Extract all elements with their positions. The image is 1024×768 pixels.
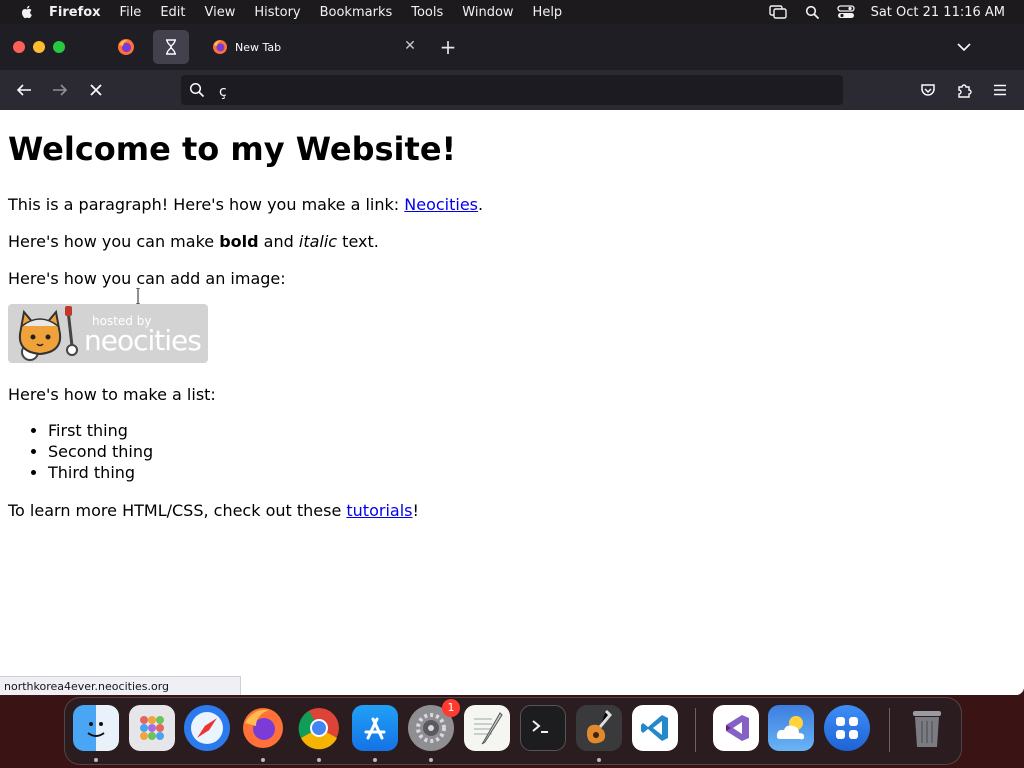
firefox-icon bbox=[118, 39, 134, 55]
forward-arrow-icon[interactable] bbox=[50, 80, 70, 100]
garageband-running-dot bbox=[597, 758, 601, 762]
terminal-icon[interactable] bbox=[520, 705, 566, 751]
firefox-dock-icon[interactable] bbox=[240, 705, 286, 751]
address-bar-input-text[interactable]: ç bbox=[219, 84, 227, 100]
menu-bookmarks[interactable]: Bookmarks bbox=[320, 5, 393, 20]
italic-text: italic bbox=[298, 232, 338, 251]
paragraph-tutorials: To learn more HTML/CSS, check out these … bbox=[8, 501, 419, 520]
bullet-list: First thing Second thing Third thing bbox=[8, 420, 153, 483]
launchpad-icon[interactable] bbox=[129, 705, 175, 751]
menu-edit[interactable]: Edit bbox=[160, 5, 185, 20]
tab-title: New Tab bbox=[235, 40, 282, 54]
neocities-cat-icon bbox=[18, 306, 78, 361]
hosted-by-neocities-image: hosted by neocities bbox=[8, 304, 208, 363]
address-bar[interactable]: ç bbox=[181, 75, 843, 105]
paragraph-image: Here's how you can add an image: bbox=[8, 269, 286, 288]
list-all-tabs-chevron-icon[interactable] bbox=[956, 39, 972, 55]
tab-new-tab[interactable]: New Tab ✕ bbox=[201, 30, 429, 64]
app-launcher-icon[interactable] bbox=[824, 705, 870, 751]
vscode-icon[interactable] bbox=[632, 705, 678, 751]
spotlight-search-icon[interactable] bbox=[801, 4, 823, 20]
trash-icon[interactable] bbox=[904, 705, 950, 751]
menu-tools[interactable]: Tools bbox=[411, 5, 443, 20]
textedit-icon[interactable] bbox=[464, 705, 510, 751]
new-tab-plus-icon[interactable]: + bbox=[438, 37, 458, 57]
paragraph-end: ! bbox=[412, 501, 419, 520]
navigation-toolbar: ç bbox=[0, 70, 1024, 110]
badge-brand-text: neocities bbox=[84, 324, 202, 357]
pinned-firefox-tab[interactable] bbox=[110, 32, 142, 62]
paragraph-end: . bbox=[478, 195, 484, 214]
visual-studio-icon[interactable] bbox=[713, 705, 759, 751]
dock-separator bbox=[695, 708, 696, 752]
list-item: First thing bbox=[48, 420, 153, 441]
paragraph-bold-italic: Here's how you can make bold and italic … bbox=[8, 232, 379, 251]
app-store-icon[interactable] bbox=[352, 705, 398, 751]
weather-icon[interactable] bbox=[768, 705, 814, 751]
link-status-bar: northkorea4ever.neocities.org bbox=[0, 676, 241, 695]
back-arrow-icon[interactable] bbox=[14, 80, 34, 100]
paragraph-list: Here's how to make a list: bbox=[8, 385, 216, 404]
settings-running-dot bbox=[429, 758, 433, 762]
menubar-clock[interactable]: Sat Oct 21 11:16 AM bbox=[871, 5, 1005, 20]
menu-window[interactable]: Window bbox=[462, 5, 513, 20]
extensions-puzzle-icon[interactable] bbox=[954, 80, 974, 100]
menu-file[interactable]: File bbox=[120, 5, 142, 20]
menu-bar: Firefox File Edit View History Bookmarks… bbox=[0, 0, 1024, 24]
list-item: Third thing bbox=[48, 462, 153, 483]
safari-icon[interactable] bbox=[184, 705, 230, 751]
garageband-icon[interactable] bbox=[576, 705, 622, 751]
menu-app-firefox[interactable]: Firefox bbox=[49, 5, 101, 20]
firefox-favicon-icon bbox=[213, 40, 227, 54]
menu-history[interactable]: History bbox=[254, 5, 300, 20]
hourglass-icon bbox=[166, 39, 176, 55]
screen-mirroring-icon[interactable] bbox=[767, 4, 789, 20]
app-store-running-dot bbox=[373, 758, 377, 762]
chrome-running-dot bbox=[317, 758, 321, 762]
close-tab-icon[interactable]: ✕ bbox=[403, 39, 417, 53]
text-cursor-icon bbox=[136, 288, 140, 304]
list-item: Second thing bbox=[48, 441, 153, 462]
firefox-view-tab[interactable] bbox=[153, 30, 189, 64]
firefox-window: New Tab ✕ + ç Welcome to my Website! Thi… bbox=[0, 24, 1024, 695]
tutorials-link[interactable]: tutorials bbox=[346, 501, 412, 520]
pocket-icon[interactable] bbox=[918, 80, 938, 100]
dock: 1 bbox=[64, 697, 962, 765]
menu-view[interactable]: View bbox=[205, 5, 236, 20]
finder-running-dot bbox=[94, 758, 98, 762]
window-minimize-button[interactable] bbox=[33, 41, 45, 53]
apple-logo-icon[interactable] bbox=[19, 4, 35, 20]
page-content: Welcome to my Website! This is a paragra… bbox=[0, 110, 1024, 695]
system-settings-icon[interactable]: 1 bbox=[408, 699, 460, 751]
paragraph-link: This is a paragraph! Here's how you make… bbox=[8, 195, 483, 214]
text-segment: Here's how you can make bbox=[8, 232, 220, 251]
control-center-icon[interactable] bbox=[835, 4, 857, 20]
paragraph-text: This is a paragraph! Here's how you make… bbox=[8, 195, 405, 214]
page-heading: Welcome to my Website! bbox=[8, 130, 457, 168]
notification-badge: 1 bbox=[442, 699, 460, 717]
text-segment: text. bbox=[337, 232, 379, 251]
finder-icon[interactable] bbox=[73, 705, 119, 751]
hamburger-menu-icon[interactable] bbox=[990, 80, 1010, 100]
neocities-link[interactable]: Neocities bbox=[404, 195, 478, 214]
firefox-running-dot bbox=[261, 758, 265, 762]
text-segment: and bbox=[258, 232, 299, 251]
chrome-icon[interactable] bbox=[296, 705, 342, 751]
search-icon bbox=[189, 82, 205, 98]
menu-help[interactable]: Help bbox=[533, 5, 563, 20]
tab-strip: New Tab ✕ + bbox=[0, 24, 1024, 70]
paragraph-text: To learn more HTML/CSS, check out these bbox=[8, 501, 347, 520]
dock-separator bbox=[889, 708, 890, 752]
bold-text: bold bbox=[219, 232, 259, 251]
window-zoom-button[interactable] bbox=[53, 41, 65, 53]
window-close-button[interactable] bbox=[13, 41, 25, 53]
stop-loading-x-icon[interactable] bbox=[86, 80, 106, 100]
